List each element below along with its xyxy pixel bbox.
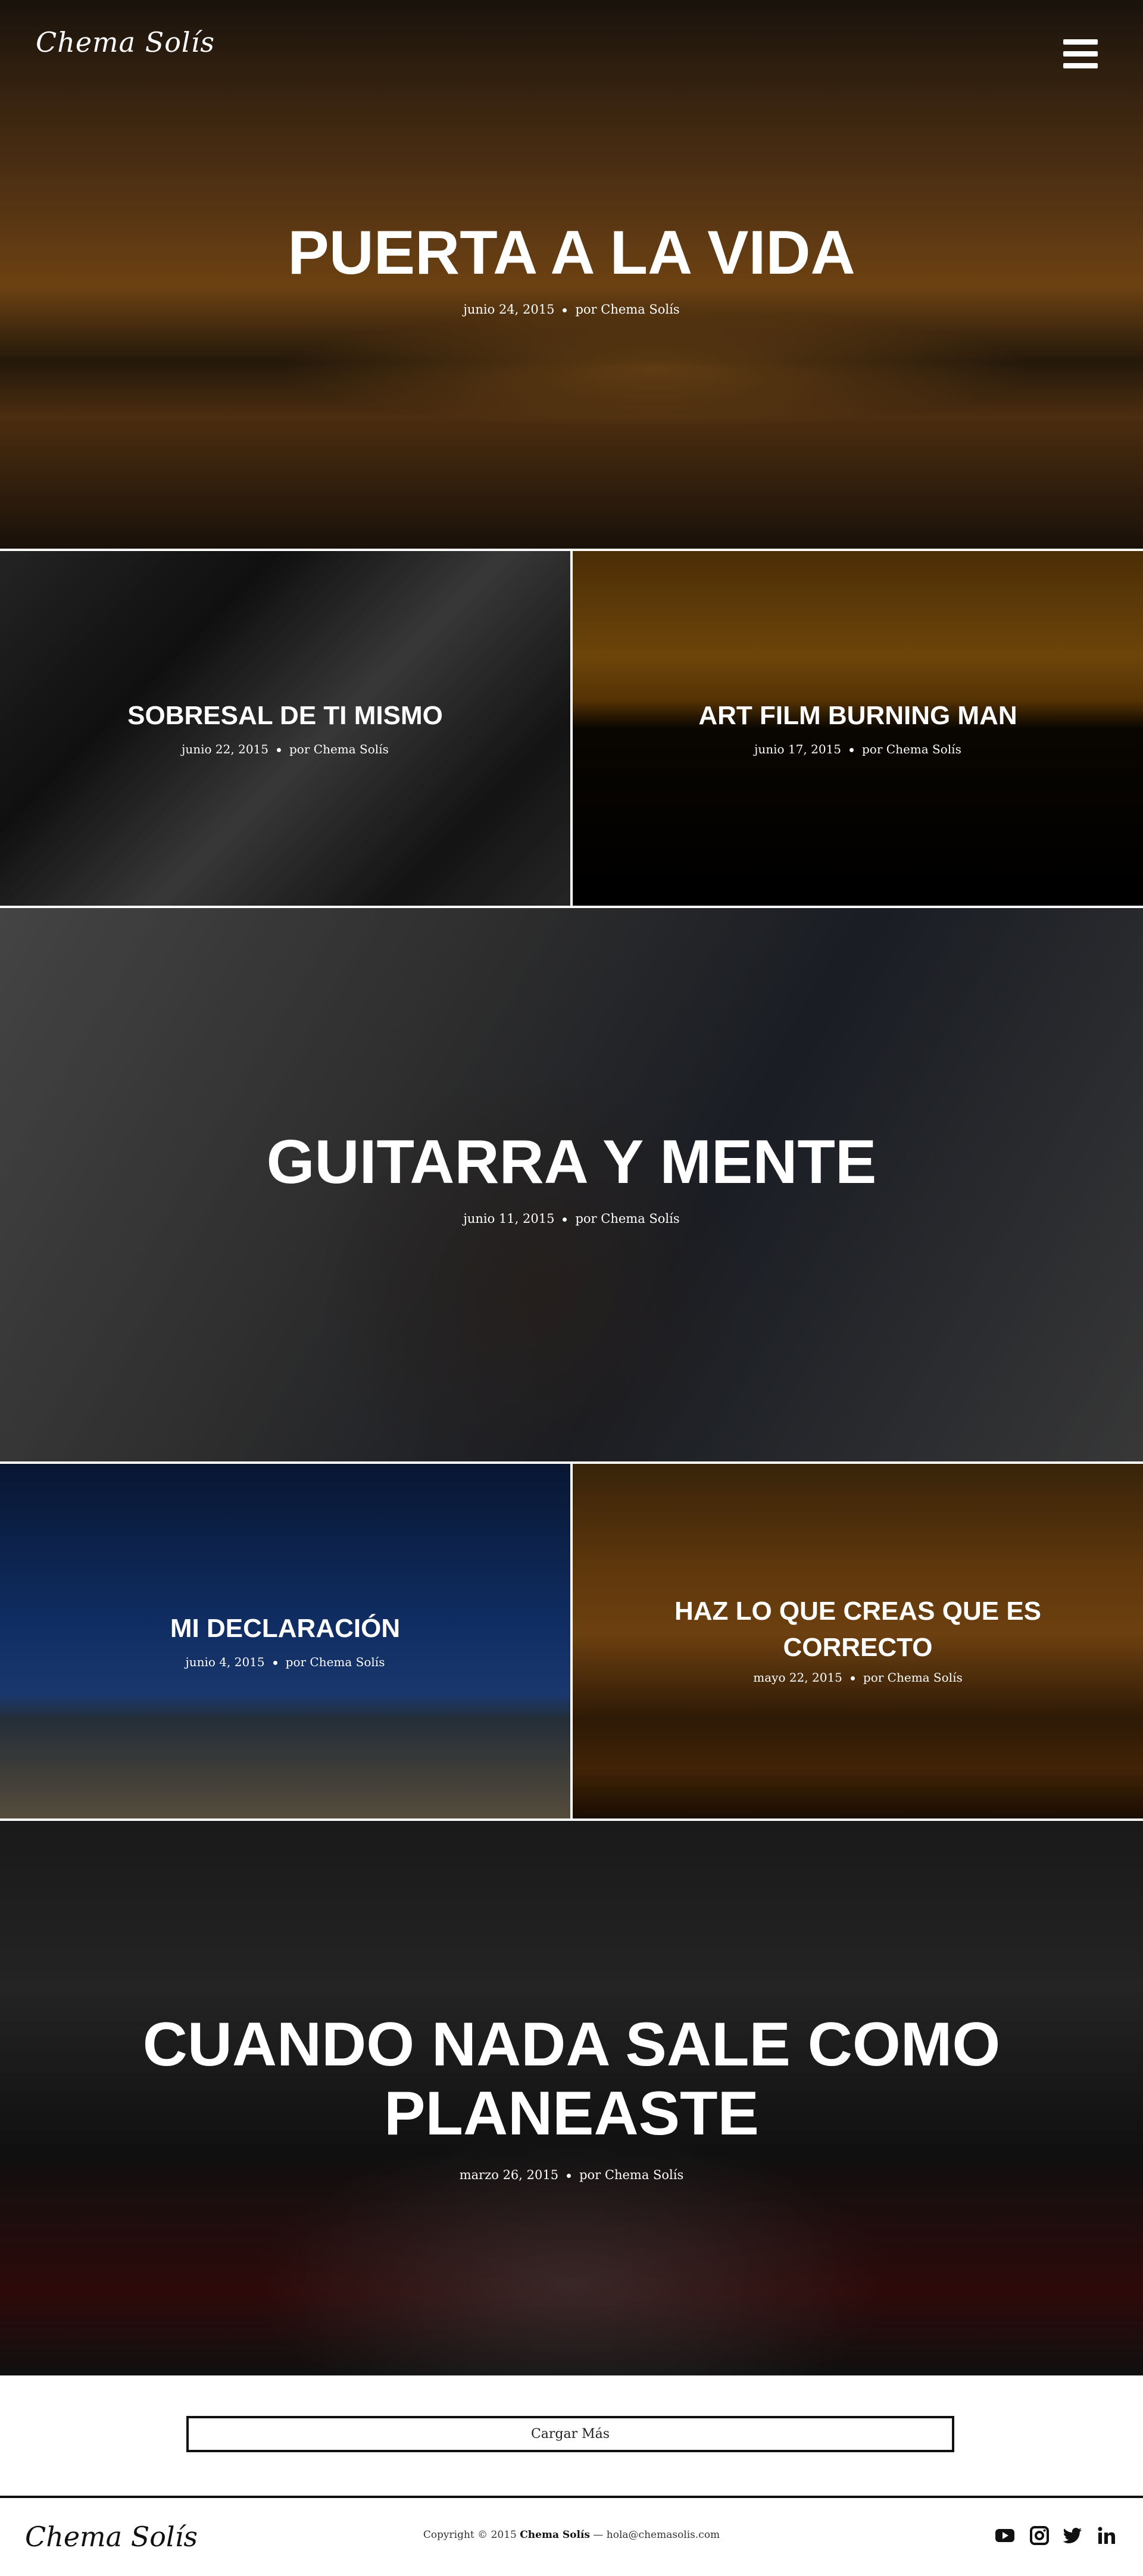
post-author[interactable]: por Chema Solís <box>289 742 389 756</box>
post-author[interactable]: por Chema Solís <box>862 742 961 756</box>
linkedin-icon[interactable] <box>1097 2525 1117 2546</box>
hamburger-menu-icon[interactable] <box>1063 39 1098 69</box>
post-card[interactable]: CUANDO NADA SALE COMO PLANEASTE marzo 26… <box>0 1821 1143 2375</box>
post-date: marzo 26, 2015 <box>459 2167 559 2182</box>
post-date: junio 17, 2015 <box>754 741 841 756</box>
post-title[interactable]: CUANDO NADA SALE COMO PLANEASTE <box>95 2010 1048 2149</box>
instagram-icon[interactable] <box>1029 2525 1050 2546</box>
youtube-icon[interactable] <box>995 2525 1015 2546</box>
post-date: junio 22, 2015 <box>182 741 268 756</box>
load-more-button[interactable]: Cargar Más <box>186 2416 954 2452</box>
post-card[interactable]: GUITARRA Y MENTE junio 11, 2015 por Chema… <box>0 908 1143 1461</box>
site-logo[interactable]: Chema Solís <box>36 26 215 58</box>
post-meta: junio 11, 2015 por Chema Solís <box>0 1212 1143 1226</box>
post-title[interactable]: SOBRESAL DE TI MISMO <box>0 701 570 731</box>
post-meta: junio 4, 2015 por Chema Solís <box>0 1655 570 1669</box>
post-meta: junio 17, 2015 por Chema Solís <box>573 742 1143 756</box>
post-date: junio 24, 2015 <box>463 302 555 317</box>
post-meta: junio 22, 2015 por Chema Solís <box>0 742 570 756</box>
post-author[interactable]: por Chema Solís <box>579 2168 683 2182</box>
footer-divider <box>0 2496 1143 2498</box>
post-meta: marzo 26, 2015 por Chema Solís <box>95 2168 1048 2182</box>
copyright-name: Chema Solís <box>520 2529 590 2541</box>
post-card[interactable]: ART FILM BURNING MAN junio 17, 2015 por C… <box>573 551 1143 906</box>
post-meta: junio 24, 2015 por Chema Solís <box>0 302 1143 317</box>
footer-email[interactable]: hola@chemasolis.com <box>607 2529 720 2541</box>
post-date: junio 4, 2015 <box>185 1654 265 1669</box>
post-card[interactable]: SOBRESAL DE TI MISMO junio 22, 2015 por C… <box>0 551 570 906</box>
post-card[interactable]: MI DECLARACIÓN junio 4, 2015 por Chema So… <box>0 1464 570 1818</box>
post-card[interactable]: HAZ LO QUE CREAS QUE ES CORRECTO mayo 22… <box>573 1464 1143 1818</box>
post-title[interactable]: MI DECLARACIÓN <box>0 1614 570 1644</box>
post-author[interactable]: por Chema Solís <box>286 1655 385 1669</box>
site-header: Chema Solís <box>0 0 1143 95</box>
post-title[interactable]: GUITARRA Y MENTE <box>0 1127 1143 1198</box>
post-date: junio 11, 2015 <box>463 1211 555 1226</box>
post-author[interactable]: por Chema Solís <box>575 302 679 317</box>
post-author[interactable]: por Chema Solís <box>863 1670 963 1685</box>
post-title[interactable]: PUERTA A LA VIDA <box>0 218 1143 289</box>
post-title[interactable]: ART FILM BURNING MAN <box>573 701 1143 731</box>
post-author[interactable]: por Chema Solís <box>575 1212 679 1226</box>
post-date: mayo 22, 2015 <box>753 1670 842 1685</box>
copyright-text: Copyright © 2015 Chema Solís — hola@chem… <box>423 2529 720 2541</box>
twitter-icon[interactable] <box>1063 2525 1083 2546</box>
post-title[interactable]: HAZ LO QUE CREAS QUE ES CORRECTO <box>668 1594 1048 1666</box>
post-meta: mayo 22, 2015 por Chema Solís <box>668 1670 1048 1685</box>
